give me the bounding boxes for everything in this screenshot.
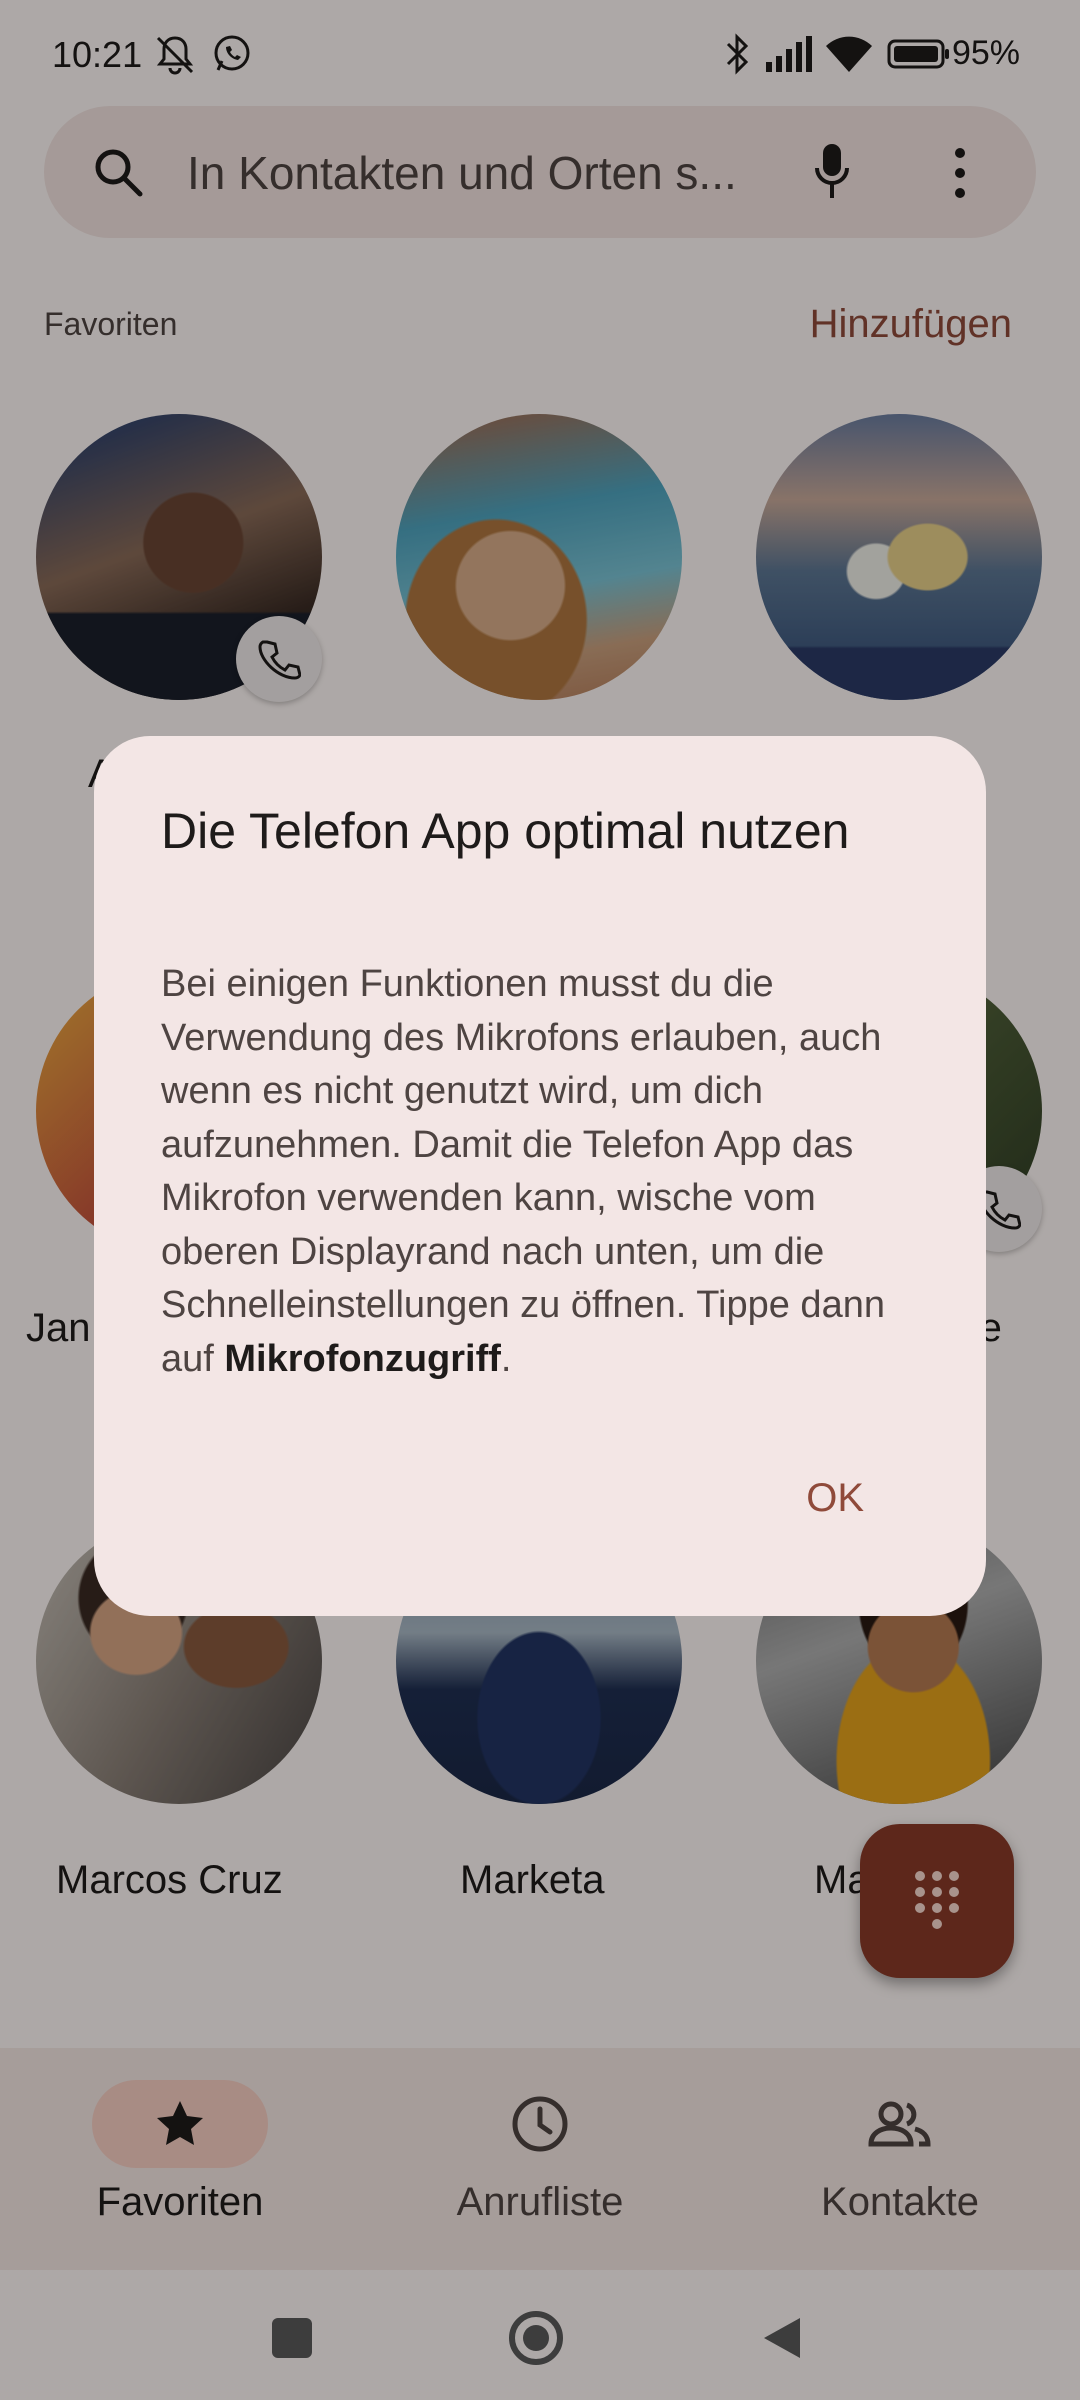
- phone-screen: 10:21 95% In Kontakten und Orten s... Fa…: [0, 0, 1080, 2400]
- dialog-body: Bei einigen Funktionen musst du die Verw…: [161, 958, 931, 1386]
- ok-button[interactable]: OK: [806, 1476, 864, 1521]
- dialog-title: Die Telefon App optimal nutzen: [161, 803, 850, 859]
- dialog-body-text: Bei einigen Funktionen musst du die Verw…: [161, 963, 885, 1380]
- dialog-body-end: .: [500, 1337, 512, 1380]
- microphone-info-dialog: Die Telefon App optimal nutzen Bei einig…: [94, 736, 986, 1616]
- dialog-body-emphasis: Mikrofonzugriff: [224, 1337, 501, 1380]
